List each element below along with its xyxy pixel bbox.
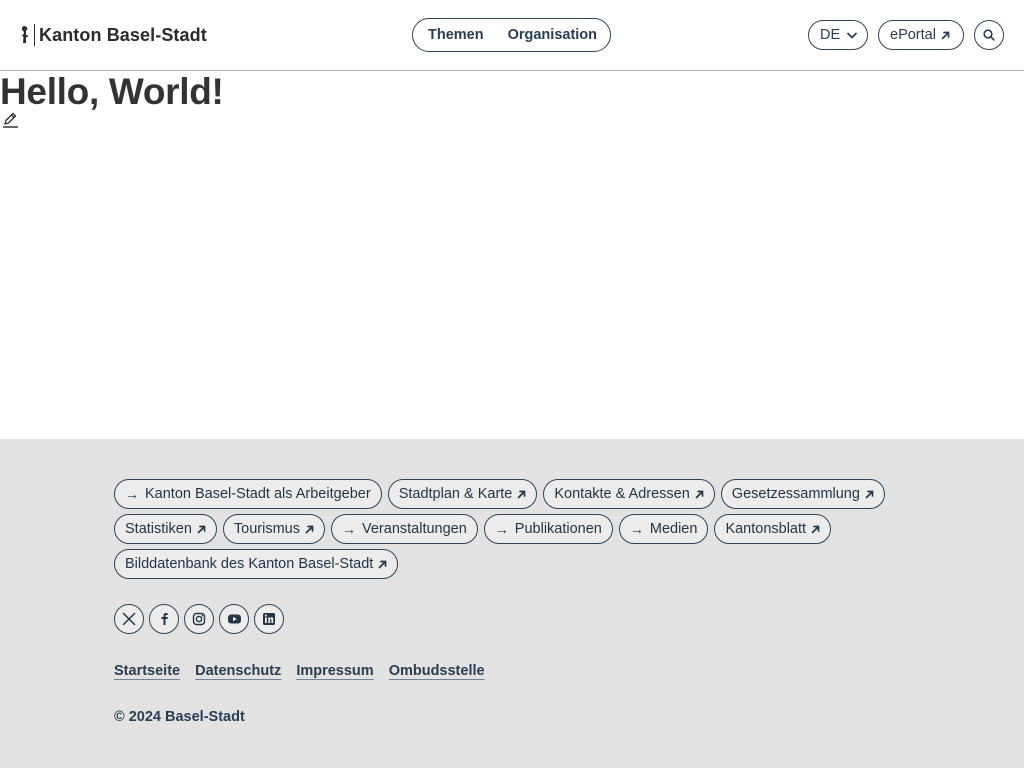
legal-link-impressum[interactable]: Impressum bbox=[296, 663, 373, 679]
external-link-icon bbox=[378, 560, 387, 568]
nav-item-organisation[interactable]: Organisation bbox=[508, 27, 597, 43]
main-navigation: Themen Organisation bbox=[412, 18, 611, 52]
x-twitter-icon[interactable] bbox=[114, 604, 144, 634]
footer-link-chip[interactable]: Tourismus bbox=[222, 514, 325, 544]
external-link-icon bbox=[811, 525, 820, 533]
footer-link-chips: → Kanton Basel-Stadt als Arbeitgeber Stadt… bbox=[114, 479, 914, 584]
chip-row: Bilddatenbank des Kanton Basel-Stadt bbox=[114, 549, 914, 579]
chevron-down-icon bbox=[847, 32, 858, 38]
chip-label: Gesetzessammlung bbox=[731, 486, 860, 502]
arrow-right-icon: → bbox=[341, 521, 356, 537]
footer-link-chip[interactable]: Bilddatenbank des Kanton Basel-Stadt bbox=[114, 549, 399, 579]
chip-row: Statistiken Tourismus → Veranstaltungen → Pub… bbox=[114, 514, 914, 544]
nav-item-themen[interactable]: Themen bbox=[428, 27, 484, 43]
site-logo[interactable]: Kanton Basel-Stadt bbox=[18, 22, 207, 48]
copyright-notice: © 2024 Basel-Stadt bbox=[114, 709, 245, 725]
facebook-icon[interactable] bbox=[149, 604, 179, 634]
chip-label: Publikationen bbox=[514, 521, 602, 537]
eportal-button[interactable]: ePortal bbox=[878, 20, 964, 50]
site-name: Kanton Basel-Stadt bbox=[39, 24, 207, 45]
external-link-icon bbox=[941, 31, 950, 39]
footer-link-chip[interactable]: Statistiken bbox=[114, 514, 217, 544]
search-button[interactable] bbox=[974, 20, 1004, 50]
chip-label: Medien bbox=[649, 521, 698, 537]
site-header: Kanton Basel-Stadt Themen Organisation D… bbox=[0, 0, 1024, 71]
chip-row: → Kanton Basel-Stadt als Arbeitgeber Stadt… bbox=[114, 479, 914, 509]
chip-label: Tourismus bbox=[233, 521, 300, 537]
external-link-icon bbox=[197, 525, 206, 533]
arrow-right-icon: → bbox=[494, 521, 509, 537]
page-title: Hello, World! bbox=[0, 71, 224, 112]
chip-label: Bilddatenbank des Kanton Basel-Stadt bbox=[125, 556, 374, 572]
chip-label: Stadtplan & Karte bbox=[398, 486, 513, 502]
footer-link-chip[interactable]: → Kanton Basel-Stadt als Arbeitgeber bbox=[114, 479, 382, 509]
footer-link-chip[interactable]: Gesetzessammlung bbox=[720, 479, 885, 509]
youtube-icon[interactable] bbox=[219, 604, 249, 634]
baselstab-icon bbox=[18, 24, 32, 46]
arrow-right-icon: → bbox=[629, 521, 644, 537]
edit-pencil-icon[interactable] bbox=[2, 111, 20, 129]
chip-label: Kontakte & Adressen bbox=[554, 486, 690, 502]
legal-link-startseite[interactable]: Startseite bbox=[114, 663, 180, 679]
footer-link-chip[interactable]: Kontakte & Adressen bbox=[543, 479, 715, 509]
footer-link-chip[interactable]: Stadtplan & Karte bbox=[387, 479, 538, 509]
language-label: DE bbox=[820, 27, 841, 43]
footer-link-chip[interactable]: → Medien bbox=[618, 514, 709, 544]
search-icon bbox=[983, 29, 995, 41]
linkedin-icon[interactable] bbox=[254, 604, 284, 634]
legal-links: Startseite Datenschutz Impressum Ombudss… bbox=[114, 663, 500, 679]
chip-label: Veranstaltungen bbox=[361, 521, 467, 537]
legal-link-ombudsstelle[interactable]: Ombudsstelle bbox=[389, 663, 485, 679]
external-link-icon bbox=[695, 490, 704, 498]
footer-link-chip[interactable]: Kantonsblatt bbox=[714, 514, 832, 544]
external-link-icon bbox=[518, 490, 526, 498]
instagram-icon[interactable] bbox=[184, 604, 214, 634]
site-footer: → Kanton Basel-Stadt als Arbeitgeber Stadt… bbox=[0, 439, 1024, 768]
chip-label: Statistiken bbox=[125, 521, 192, 537]
footer-link-chip[interactable]: → Publikationen bbox=[483, 514, 613, 544]
arrow-right-icon: → bbox=[125, 486, 139, 502]
eportal-label: ePortal bbox=[890, 27, 936, 43]
chip-label: Kanton Basel-Stadt als Arbeitgeber bbox=[145, 486, 371, 502]
external-link-icon bbox=[305, 525, 314, 533]
legal-link-datenschutz[interactable]: Datenschutz bbox=[195, 663, 281, 679]
external-link-icon bbox=[865, 490, 874, 498]
social-media-links bbox=[114, 604, 289, 634]
logo-divider bbox=[34, 24, 35, 46]
language-selector[interactable]: DE bbox=[808, 20, 868, 50]
chip-label: Kantonsblatt bbox=[725, 521, 807, 537]
footer-link-chip[interactable]: → Veranstaltungen bbox=[330, 514, 478, 544]
